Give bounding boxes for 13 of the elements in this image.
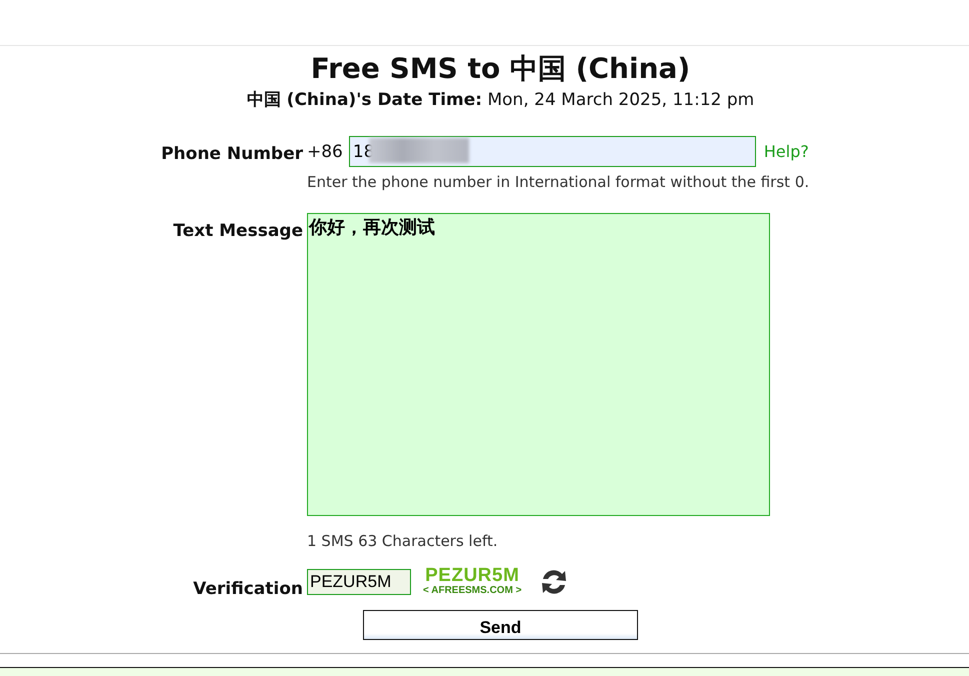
message-label: Text Message xyxy=(172,221,303,241)
character-counter: 1 SMS 63 Characters left. xyxy=(307,532,499,550)
datetime-value: Mon, 24 March 2025, 11:12 pm xyxy=(487,90,754,110)
help-link[interactable]: Help? xyxy=(764,142,809,161)
message-field[interactable]: 你好，再次测试 xyxy=(307,213,770,516)
send-button[interactable]: Send xyxy=(363,610,638,640)
phone-hint: Enter the phone number in International format without the first 0. xyxy=(307,173,810,191)
phone-label: Phone Number xyxy=(160,144,303,164)
verification-label: Verification xyxy=(192,579,303,599)
country-code: +86 xyxy=(307,142,343,162)
verification-input[interactable]: PEZUR5M xyxy=(307,569,411,595)
datetime-label: 中国 (China)'s Date Time: xyxy=(246,90,482,110)
page-title: Free SMS to 中国 (China) xyxy=(310,51,692,87)
